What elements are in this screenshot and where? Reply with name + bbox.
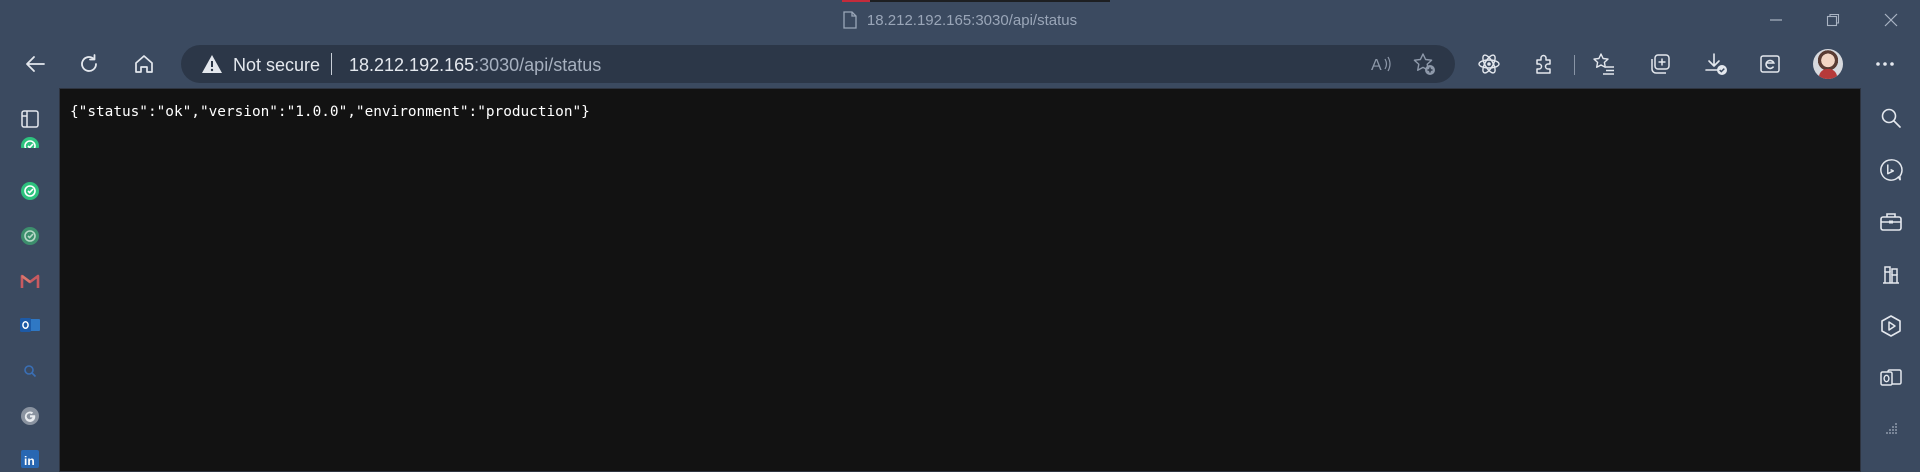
toolbar: Not secure 18.212.192.165:3030/api/statu… bbox=[0, 40, 1920, 88]
home-button[interactable] bbox=[124, 44, 164, 84]
json-response-text: {"status":"ok","version":"1.0.0","enviro… bbox=[70, 104, 590, 120]
document-icon bbox=[843, 11, 857, 29]
site-check-icon[interactable] bbox=[19, 225, 41, 247]
address-divider bbox=[331, 53, 332, 75]
tab-actions-icon[interactable] bbox=[19, 108, 41, 130]
add-favorite-icon[interactable] bbox=[1412, 52, 1436, 76]
url-text[interactable]: 18.212.192.165:3030/api/status bbox=[349, 55, 601, 76]
site-check-icon[interactable] bbox=[19, 180, 41, 202]
svg-text:A: A bbox=[1371, 57, 1382, 74]
extensions-button[interactable] bbox=[1525, 44, 1565, 84]
window-title: 18.212.192.165:3030/api/status bbox=[0, 0, 1920, 40]
edge-sidebar bbox=[1861, 88, 1920, 472]
vertical-tabs-sidebar: in bbox=[0, 88, 59, 472]
extensions-icon bbox=[1536, 54, 1551, 74]
url-host: 18.212.192.165 bbox=[349, 55, 475, 75]
refresh-icon bbox=[81, 54, 97, 72]
react-devtools-button[interactable] bbox=[1469, 44, 1509, 84]
more-button[interactable] bbox=[1865, 44, 1905, 84]
home-icon bbox=[135, 55, 153, 73]
linkedin-icon[interactable]: in bbox=[19, 448, 41, 470]
favorites-icon bbox=[1593, 53, 1614, 75]
url-path: :3030/api/status bbox=[474, 55, 602, 75]
collections-button[interactable] bbox=[1640, 44, 1680, 84]
close-button[interactable] bbox=[1868, 0, 1914, 40]
minimize-button[interactable] bbox=[1753, 0, 1799, 40]
read-aloud-icon[interactable]: A bbox=[1369, 52, 1393, 76]
games-icon[interactable] bbox=[1879, 262, 1903, 286]
restore-button[interactable] bbox=[1810, 0, 1856, 40]
react-devtools-icon bbox=[1478, 54, 1500, 74]
favorites-button[interactable] bbox=[1584, 44, 1624, 84]
google-icon[interactable] bbox=[19, 405, 41, 427]
gmail-icon[interactable] bbox=[19, 270, 41, 292]
more-icon bbox=[1876, 62, 1894, 66]
bing-chat-icon[interactable] bbox=[1879, 158, 1903, 182]
site-check-icon[interactable] bbox=[19, 136, 41, 148]
search-icon[interactable] bbox=[1879, 106, 1903, 130]
more-apps-icon[interactable] bbox=[1879, 418, 1903, 442]
downloads-icon bbox=[1705, 53, 1727, 75]
warning-icon[interactable] bbox=[201, 54, 223, 74]
title-bar: 18.212.192.165:3030/api/status bbox=[0, 0, 1920, 40]
arrow-left-icon bbox=[26, 56, 45, 72]
search-icon[interactable] bbox=[19, 360, 41, 382]
collections-icon bbox=[1651, 54, 1670, 74]
refresh-button[interactable] bbox=[69, 44, 109, 84]
outlook-icon[interactable] bbox=[19, 314, 41, 336]
downloads-button[interactable] bbox=[1696, 44, 1736, 84]
back-button[interactable] bbox=[15, 44, 55, 84]
ie-mode-icon bbox=[1760, 55, 1780, 73]
outlook-icon[interactable] bbox=[1879, 366, 1903, 390]
address-bar[interactable]: Not secure 18.212.192.165:3030/api/statu… bbox=[181, 45, 1455, 83]
svg-text:in: in bbox=[24, 454, 35, 468]
window-title-text: 18.212.192.165:3030/api/status bbox=[866, 11, 1078, 29]
tools-icon[interactable] bbox=[1879, 210, 1903, 234]
profile-avatar[interactable] bbox=[1813, 49, 1843, 79]
toolbar-divider bbox=[1574, 55, 1575, 75]
office-icon[interactable] bbox=[1879, 314, 1903, 338]
security-status-label[interactable]: Not secure bbox=[233, 55, 320, 76]
page-content: {"status":"ok","version":"1.0.0","enviro… bbox=[59, 88, 1861, 472]
ie-mode-button[interactable] bbox=[1750, 44, 1790, 84]
